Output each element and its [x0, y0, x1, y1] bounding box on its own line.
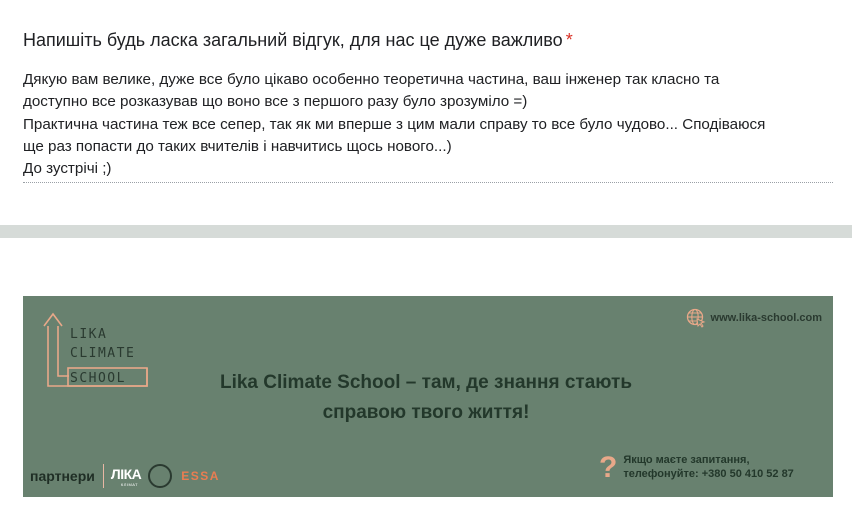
logo-text-lika: LIKA	[70, 327, 108, 342]
feedback-question-card: Напишіть будь ласка загальний відгук, дл…	[0, 0, 852, 225]
logo-text-school: SCHOOL	[70, 371, 126, 386]
slogan-line: Lika Climate School – там, де знання ста…	[219, 372, 633, 393]
logo-text-climate: CLIMATE	[70, 346, 136, 361]
website-link[interactable]: www.lika-school.com	[686, 308, 822, 328]
partner-lika-logo: ЛІКА КЛІМАТ	[110, 465, 142, 487]
website-url: www.lika-school.com	[710, 312, 822, 324]
partners-label: партнери	[30, 468, 95, 484]
question-title: Напишіть будь ласка загальний відгук, дл…	[23, 29, 573, 51]
answer-line: До зустрічі ;)	[23, 160, 112, 178]
answer-text-field[interactable]: Дякую вам велике, дуже все було цікаво о…	[23, 69, 833, 184]
question-mark-icon: ?	[599, 451, 618, 484]
slogan-line: справою твого життя!	[322, 402, 530, 423]
required-asterisk: *	[565, 30, 573, 50]
contact-block: ? Якщо маєте запитання, телефонуйте: +38…	[599, 451, 794, 484]
partners-row: партнери ЛІКА КЛІМАТ ESSA	[30, 461, 220, 491]
question-text: Напишіть будь ласка загальний відгук, дл…	[23, 30, 563, 50]
ring-logo-icon	[148, 464, 173, 488]
globe-cursor-icon	[686, 308, 705, 328]
answer-line: Дякую вам велике, дуже все було цікаво о…	[23, 71, 720, 88]
section-divider	[0, 225, 852, 238]
school-banner: LIKA CLIMATE SCHOOL www.lika-school.com …	[23, 296, 833, 497]
contact-line: Якщо маєте запитання,	[623, 454, 750, 466]
partner-lika-text: ЛІКА	[110, 465, 142, 482]
contact-phone: телефонуйте: +380 50 410 52 87	[623, 468, 794, 480]
partners-separator	[102, 464, 104, 488]
partner-essa-logo: ESSA	[181, 469, 220, 483]
banner-slogan: Lika Climate School – там, де знання ста…	[153, 368, 699, 428]
answer-line: Практична частина теж все сепер, так як …	[23, 115, 766, 133]
answer-line: доступно все розказував що воно все з пе…	[23, 93, 528, 111]
partner-lika-subtext: КЛІМАТ	[120, 481, 139, 487]
answer-line: ще раз попасти до таких вчителів і навчи…	[23, 137, 452, 155]
